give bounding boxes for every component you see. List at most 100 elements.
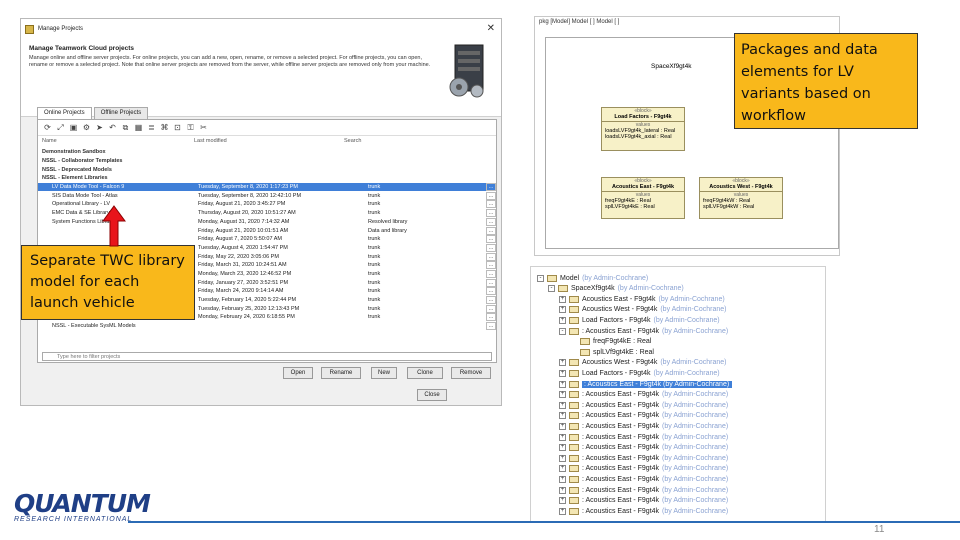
group-row[interactable]: NSSL - Element Libraries — [38, 174, 496, 183]
tree-node[interactable]: + Load Factors - F9gt4k (by Admin-Cochrane… — [559, 368, 720, 378]
expand-icon[interactable]: + — [559, 316, 566, 324]
tree-node[interactable]: +: Acoustics East - F9gt4k (by Admin-Coch… — [559, 379, 733, 389]
grid-icon[interactable]: ▦ — [132, 123, 145, 132]
element-icon — [569, 295, 579, 303]
expand-icon[interactable]: + — [559, 380, 566, 388]
tree-node[interactable]: - SpaceXf9gt4k (by Admin-Cochrane) — [548, 284, 684, 294]
filter-input[interactable]: Type here to filter projects — [42, 352, 492, 361]
tree-node[interactable]: + Acoustics West - F9gt4k (by Admin-Cochra… — [559, 305, 726, 315]
more-icon[interactable]: … — [486, 226, 496, 235]
expand-icon[interactable]: + — [559, 391, 566, 399]
expand-icon[interactable]: + — [559, 497, 566, 505]
tree-node[interactable]: +: Acoustics East - F9gt4k (by Admin-Coch… — [559, 506, 728, 516]
tree-node[interactable]: + Acoustics East - F9gt4k (by Admin-Cochra… — [559, 294, 725, 304]
expand-icon[interactable]: + — [559, 369, 566, 377]
project-row[interactable]: LV Data Mode Tool - Falcon 9 Tuesday, Sep… — [38, 182, 496, 192]
tree-node[interactable]: +: Acoustics East - F9gt4k (by Admin-Coch… — [559, 485, 728, 495]
new-button[interactable]: New — [371, 367, 397, 379]
more-icon[interactable]: … — [486, 313, 496, 322]
tree-node[interactable]: +: Acoustics East - F9gt4k (by Admin-Coch… — [559, 464, 728, 474]
close-icon[interactable]: ✕ — [487, 23, 495, 34]
tab-offline-projects[interactable]: Offline Projects — [93, 107, 149, 119]
column-name[interactable]: Name — [38, 138, 194, 148]
rename-button[interactable]: Rename — [321, 367, 361, 379]
arrow-icon[interactable]: ➤ — [93, 123, 106, 132]
block-load-factors[interactable]: «block» Load Factors - F9gt4k values loa… — [601, 107, 685, 151]
tools-icon[interactable]: ✂ — [197, 123, 210, 132]
more-icon[interactable]: … — [486, 183, 496, 192]
tree-node[interactable]: + Acoustics West - F9gt4k (by Admin-Cochra… — [559, 358, 726, 368]
diagram-tab[interactable]: pkg [Model] Model [ ] Model [ ] — [539, 19, 619, 25]
refresh-icon[interactable]: ⟳ — [41, 123, 54, 132]
expand-icon[interactable]: + — [559, 412, 566, 420]
tree-node[interactable]: +: Acoustics East - F9gt4k (by Admin-Coch… — [559, 400, 728, 410]
tree-node-owner: (by Admin-Cochrane) — [662, 497, 729, 505]
more-icon[interactable]: … — [486, 322, 496, 331]
expand-icon[interactable]: + — [559, 454, 566, 462]
settings-icon[interactable]: ⚙ — [80, 123, 93, 132]
expand-icon[interactable]: + — [559, 507, 566, 515]
list-icon[interactable]: ≣ — [145, 123, 158, 132]
more-icon[interactable]: … — [486, 200, 496, 209]
undo-icon[interactable]: ↶ — [106, 123, 119, 132]
tree-node[interactable]: +: Acoustics East - F9gt4k (by Admin-Coch… — [559, 390, 728, 400]
project-row[interactable]: SIS Data Mode Tool - Atlas Tuesday, Septe… — [38, 191, 496, 200]
more-icon[interactable]: … — [486, 243, 496, 252]
expand-icon[interactable]: + — [559, 306, 566, 314]
expand-icon[interactable]: + — [559, 486, 566, 494]
key-icon[interactable]: ⚿ — [184, 123, 197, 133]
more-icon[interactable]: … — [486, 287, 496, 296]
more-icon[interactable]: … — [486, 278, 496, 287]
more-icon[interactable]: … — [486, 191, 496, 200]
tree-node[interactable]: +: Acoustics East - F9gt4k (by Admin-Coch… — [559, 443, 728, 453]
tree-node[interactable]: +: Acoustics East - F9gt4k (by Admin-Coch… — [559, 474, 728, 484]
more-icon[interactable]: … — [486, 217, 496, 226]
group-row[interactable]: Demonstration Sandbox — [38, 148, 496, 157]
column-search[interactable]: Search — [344, 138, 486, 148]
tree-node[interactable]: +: Acoustics East - F9gt4k (by Admin-Coch… — [559, 432, 728, 442]
tag-icon[interactable]: ⌘ — [158, 123, 171, 132]
group-row[interactable]: NSSL - Deprecated Models — [38, 165, 496, 174]
tree-node[interactable]: freqF9gt4kE : Real — [570, 337, 654, 347]
column-last-modified[interactable]: Last modified — [194, 138, 344, 148]
tree-node[interactable]: +: Acoustics East - F9gt4k (by Admin-Coch… — [559, 496, 728, 506]
block-acoustics-west[interactable]: «block» Acoustics West - F9gt4k values f… — [699, 177, 783, 219]
project-row[interactable]: NSSL - Executable SysML Models… — [38, 322, 496, 331]
collapse-icon[interactable]: - — [537, 274, 544, 282]
tab-online-projects[interactable]: Online Projects — [37, 107, 92, 119]
expand-icon[interactable]: + — [559, 295, 566, 303]
open-button[interactable]: Open — [283, 367, 313, 379]
expand-icon[interactable]: ⤢ — [54, 123, 67, 133]
collapse-icon[interactable]: - — [559, 327, 566, 335]
expand-icon[interactable]: + — [559, 444, 566, 452]
tree-node[interactable]: + Load Factors - F9gt4k (by Admin-Cochrane… — [559, 315, 720, 325]
expand-icon[interactable]: + — [559, 475, 566, 483]
more-icon[interactable]: … — [486, 209, 496, 218]
more-icon[interactable]: … — [486, 269, 496, 278]
expand-icon[interactable]: + — [559, 433, 566, 441]
more-icon[interactable]: … — [486, 252, 496, 261]
expand-icon[interactable]: + — [559, 422, 566, 430]
remove-button[interactable]: Remove — [451, 367, 491, 379]
more-icon[interactable]: … — [486, 296, 496, 305]
collapse-icon[interactable]: - — [548, 285, 555, 293]
expand-icon[interactable]: + — [559, 465, 566, 473]
close-button[interactable]: Close — [417, 389, 447, 401]
expand-icon[interactable]: + — [559, 359, 566, 367]
tree-node[interactable]: -: Acoustics East - F9gt4k (by Admin-Coch… — [559, 326, 728, 336]
tree-node[interactable]: +: Acoustics East - F9gt4k (by Admin-Coch… — [559, 421, 728, 431]
clone-button[interactable]: Clone — [407, 367, 443, 379]
copy-icon[interactable]: ⧉ — [119, 123, 132, 133]
block-acoustics-east[interactable]: «block» Acoustics East - F9gt4k values f… — [601, 177, 685, 219]
lock-icon[interactable]: ⊡ — [171, 123, 184, 132]
tree-node[interactable]: - Model (by Admin-Cochrane) — [537, 273, 648, 283]
group-row[interactable]: NSSL - Collaborator Templates — [38, 157, 496, 166]
tree-node[interactable]: +: Acoustics East - F9gt4k (by Admin-Coch… — [559, 453, 728, 463]
tree-node[interactable]: splLVf9gt4kE : Real — [570, 347, 657, 357]
more-icon[interactable]: … — [486, 304, 496, 313]
more-icon[interactable]: … — [486, 235, 496, 244]
expand-icon[interactable]: + — [559, 401, 566, 409]
tree-node[interactable]: +: Acoustics East - F9gt4k (by Admin-Coch… — [559, 411, 728, 421]
more-icon[interactable]: … — [486, 261, 496, 270]
folder-icon[interactable]: ▣ — [67, 123, 80, 132]
